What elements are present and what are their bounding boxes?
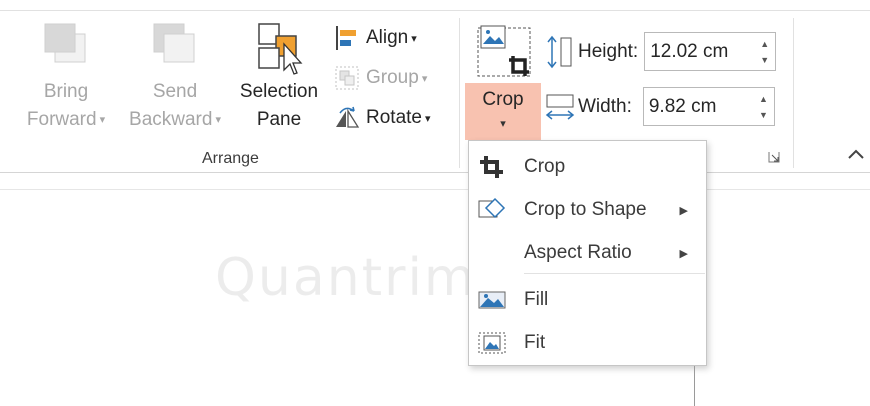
align-icon (334, 25, 360, 51)
selection-pane-button[interactable]: Selection Pane (232, 2, 326, 134)
fit-icon (477, 330, 507, 356)
submenu-arrow-icon: ▶ (679, 204, 688, 217)
chevron-down-icon: ▾ (411, 32, 417, 45)
menu-item-label: Fill (524, 289, 549, 310)
chevron-down-icon: ▾ (99, 114, 106, 126)
shape-height-icon (547, 35, 572, 68)
width-spinner[interactable]: ▲ ▼ (759, 91, 768, 123)
crop-label: Crop (482, 89, 524, 110)
menu-item-crop-to-shape[interactable]: Crop to Shape ▶ (469, 190, 706, 230)
crop-picture-icon[interactable] (475, 24, 535, 82)
width-label: Width: (578, 95, 632, 117)
send-backward-label-line1: Send (152, 81, 198, 102)
width-value: 9.82 cm (648, 95, 717, 117)
selection-pane-label-line1: Selection (239, 81, 319, 102)
chevron-down-icon: ▾ (215, 114, 221, 126)
submenu-arrow-icon: ▶ (679, 247, 688, 260)
group-button[interactable]: Group ▾ (334, 62, 427, 94)
group-separator (793, 18, 794, 168)
align-label: Align (366, 27, 409, 48)
menu-item-crop[interactable]: Crop (469, 147, 706, 187)
arrange-group-label: Arrange (202, 150, 259, 167)
send-backward-button[interactable]: Send Backward ▾ (118, 2, 232, 134)
document-edge (0, 189, 870, 190)
menu-item-fill[interactable]: Fill (469, 280, 706, 320)
bring-forward-button[interactable]: Bring Forward ▾ (14, 2, 118, 134)
width-input[interactable]: 9.82 cm ▲ ▼ (642, 87, 775, 126)
menu-item-label: Crop (524, 156, 566, 177)
dialog-launcher-icon[interactable] (768, 150, 780, 163)
fill-icon (477, 287, 507, 313)
selection-pane-label-line2: Pane (256, 109, 302, 130)
group-label: Group (366, 67, 419, 88)
selection-pane-icon (254, 22, 304, 78)
send-backward-icon (150, 22, 200, 78)
chevron-down-icon: ▾ (421, 72, 428, 85)
height-label: Height: (578, 40, 639, 62)
bring-forward-icon (41, 22, 91, 78)
crop-dropdown-menu: Crop Crop to Shape ▶ Aspect Ratio ▶ Fill (468, 140, 707, 366)
group-separator (459, 18, 460, 168)
menu-item-fit[interactable]: Fit (469, 323, 706, 363)
group-icon (334, 65, 360, 91)
send-backward-label-line2: Backward (129, 109, 213, 131)
crop-icon (477, 154, 507, 180)
rotate-label: Rotate (366, 107, 422, 128)
shape-width-icon (545, 94, 575, 120)
height-row: Height: 12.02 cm ▲ ▼ (545, 32, 777, 71)
chevron-down-icon: ▾ (424, 112, 431, 125)
document-margin-line (694, 366, 695, 406)
menu-separator (524, 273, 705, 274)
bring-forward-label-line2: Forward (26, 109, 97, 131)
rotate-button[interactable]: Rotate ▾ (334, 102, 431, 134)
height-value: 12.02 cm (650, 40, 729, 62)
ribbon: Bring Forward ▾ Send Backward ▾ Selection … (0, 0, 870, 172)
ribbon-bottom-border (0, 172, 870, 173)
collapse-ribbon-icon[interactable] (846, 146, 866, 162)
menu-item-label: Fit (524, 332, 546, 353)
align-button[interactable]: Align ▾ (334, 22, 417, 54)
chevron-down-icon: ▾ (500, 118, 506, 130)
crop-button[interactable]: Crop ▾ (465, 83, 541, 140)
bring-forward-label-line1: Bring (43, 81, 89, 102)
width-row: Width: 9.82 cm ▲ ▼ (545, 87, 775, 126)
menu-item-label: Crop to Shape (524, 199, 647, 220)
rotate-icon (334, 105, 360, 131)
crop-to-shape-icon (477, 197, 507, 223)
height-input[interactable]: 12.02 cm ▲ ▼ (644, 32, 777, 71)
menu-item-aspect-ratio[interactable]: Aspect Ratio ▶ (469, 233, 706, 273)
menu-item-label: Aspect Ratio (524, 242, 632, 263)
height-spinner[interactable]: ▲ ▼ (760, 36, 769, 68)
